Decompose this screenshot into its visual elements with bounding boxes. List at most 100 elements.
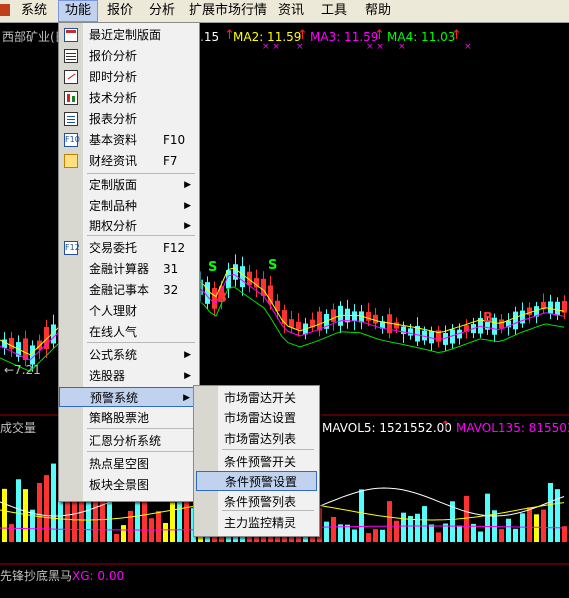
- alert-submenu-item[interactable]: 市场雷达设置: [196, 408, 317, 428]
- function-menu-item[interactable]: F10 基本资料 F10: [59, 130, 199, 150]
- volume-bar: [23, 489, 28, 542]
- function-menu-item[interactable]: 最近定制版面: [59, 25, 199, 45]
- function-menu-item[interactable]: 公式系统 ▶: [59, 345, 199, 365]
- volume-bar: [520, 513, 525, 542]
- alert-submenu-item[interactable]: 条件预警开关: [196, 452, 317, 472]
- function-menu-item[interactable]: 报表分析: [59, 109, 199, 129]
- volume-bar: [415, 513, 420, 542]
- app-icon[interactable]: [0, 4, 10, 16]
- submenu-arrow-icon: ▶: [183, 393, 190, 403]
- menu-bar: 系统 功能 报价 分析 扩展市场行情 资讯 工具 帮助: [0, 0, 569, 23]
- volume-bar: [170, 502, 175, 542]
- volume-bar: [555, 489, 560, 542]
- alert-submenu-item[interactable]: 条件预警设置: [196, 471, 317, 491]
- candle: [9, 337, 14, 350]
- volume-bar: [485, 493, 490, 542]
- menu-analysis[interactable]: 分析: [142, 0, 182, 22]
- menu-tools[interactable]: 工具: [314, 0, 354, 22]
- candle: [30, 345, 35, 365]
- candle: [499, 319, 504, 329]
- function-menu-item[interactable]: 策略股票池: [59, 408, 199, 428]
- volume-bar: [478, 531, 483, 542]
- menu-item-label: 即时分析: [89, 70, 138, 84]
- menu-item-label: 策略股票池: [89, 411, 150, 425]
- function-menu-item[interactable]: 财经资讯 F7: [59, 151, 199, 171]
- alert-submenu-item[interactable]: 主力监控精灵: [196, 513, 317, 533]
- function-menu-item[interactable]: 选股器 ▶: [59, 366, 199, 386]
- volume-bar: [464, 495, 469, 542]
- function-menu-item[interactable]: F12 交易委托 F12: [59, 238, 199, 258]
- low-price-label: ←7.21: [4, 363, 41, 377]
- menu-quote[interactable]: 报价: [100, 0, 140, 22]
- function-menu-item[interactable]: 板块全景图: [59, 475, 199, 495]
- volume-bar: [324, 521, 329, 542]
- function-menu-item[interactable]: 在线人气: [59, 322, 199, 342]
- sell-signal-2: S: [268, 258, 277, 273]
- function-menu-item[interactable]: 技术分析: [59, 88, 199, 108]
- submenu-separator: [222, 449, 314, 450]
- function-menu-item[interactable]: 热点星空图: [59, 454, 199, 474]
- menu-item-label: 金融记事本: [89, 283, 150, 297]
- mavol135-label: MAVOL135: 815503.: [456, 421, 569, 435]
- volume-bar: [51, 463, 56, 542]
- menu-item-label: 交易委托: [89, 241, 138, 255]
- menu-item-label: 公式系统: [89, 348, 138, 362]
- menu-item-label: 财经资讯: [89, 154, 138, 168]
- candle: [233, 264, 238, 280]
- volume-bar: [30, 509, 35, 542]
- alert-submenu-item[interactable]: 条件预警列表: [196, 492, 317, 512]
- alert-submenu-item[interactable]: 市场雷达开关: [196, 388, 317, 408]
- mavol5-label: MAVOL5: 1521552.00: [322, 421, 452, 435]
- ma2-up-arrow: ↑: [297, 28, 308, 43]
- function-menu-item[interactable]: 期权分析 ▶: [59, 216, 199, 236]
- volume-bar: [331, 516, 336, 542]
- indicator-value: XG: 0.00: [72, 569, 124, 583]
- stock-title: 西部矿业(日: [2, 29, 67, 44]
- function-menu-item[interactable]: 金融计算器 31: [59, 259, 199, 279]
- menu-help[interactable]: 帮助: [358, 0, 398, 22]
- menu-system[interactable]: 系统: [14, 0, 54, 22]
- function-menu-item[interactable]: 预警系统 ▶: [59, 387, 199, 407]
- function-menu-item[interactable]: 汇恩分析系统: [59, 431, 199, 451]
- menu-item-label: 个人理财: [89, 304, 138, 318]
- menu-function[interactable]: 功能: [58, 0, 98, 22]
- volume-bar: [387, 501, 392, 542]
- function-menu: 最近定制版面报价分析即时分析技术分析报表分析 F10 基本资料 F10 财经资讯 F7 定制…: [58, 22, 200, 502]
- volume-bar: [373, 529, 378, 542]
- svg-text:×: ×: [464, 42, 472, 52]
- volume-bar: [345, 524, 350, 542]
- mavol5-up-arrow: ↑: [440, 419, 451, 434]
- buy-signal-2: B: [483, 311, 493, 326]
- candle: [352, 311, 357, 321]
- menu-item-label: 技术分析: [89, 91, 138, 105]
- menu-item-label: 在线人气: [89, 325, 138, 339]
- menu-item-label: 板块全景图: [89, 478, 150, 492]
- volume-bar: [401, 512, 406, 542]
- ma3-up-arrow: ↑: [374, 28, 385, 43]
- function-menu-item[interactable]: 定制品种 ▶: [59, 196, 199, 216]
- submenu-item-label: 主力监控精灵: [224, 516, 297, 530]
- function-menu-item[interactable]: 即时分析: [59, 67, 199, 87]
- svg-text:× ×: × ×: [262, 42, 280, 52]
- menu-item-label: 最近定制版面: [89, 28, 162, 42]
- menu-item-shortcut: 32: [163, 283, 179, 297]
- volume-bar: [562, 526, 567, 542]
- svg-text:×: ×: [296, 42, 304, 52]
- menu-news[interactable]: 资讯: [274, 0, 308, 22]
- menu-item-label: 金融计算器: [89, 262, 150, 276]
- volume-title: 成交量: [0, 420, 36, 435]
- submenu-arrow-icon: ▶: [184, 201, 191, 211]
- volume-bar: [394, 520, 399, 542]
- submenu-item-label: 市场雷达开关: [224, 391, 297, 405]
- function-menu-item[interactable]: 定制版面 ▶: [59, 175, 199, 195]
- menu-extended-market[interactable]: 扩展市场行情: [186, 0, 270, 22]
- function-menu-item[interactable]: 金融记事本 32: [59, 280, 199, 300]
- alert-submenu-item[interactable]: 市场雷达列表: [196, 429, 317, 449]
- function-menu-item[interactable]: 报价分析: [59, 46, 199, 66]
- volume-bar: [2, 488, 7, 542]
- submenu-separator: [222, 510, 314, 511]
- volume-bar: [422, 506, 427, 542]
- volume-bar: [366, 533, 371, 542]
- candle: [548, 301, 553, 314]
- function-menu-item[interactable]: 个人理财: [59, 301, 199, 321]
